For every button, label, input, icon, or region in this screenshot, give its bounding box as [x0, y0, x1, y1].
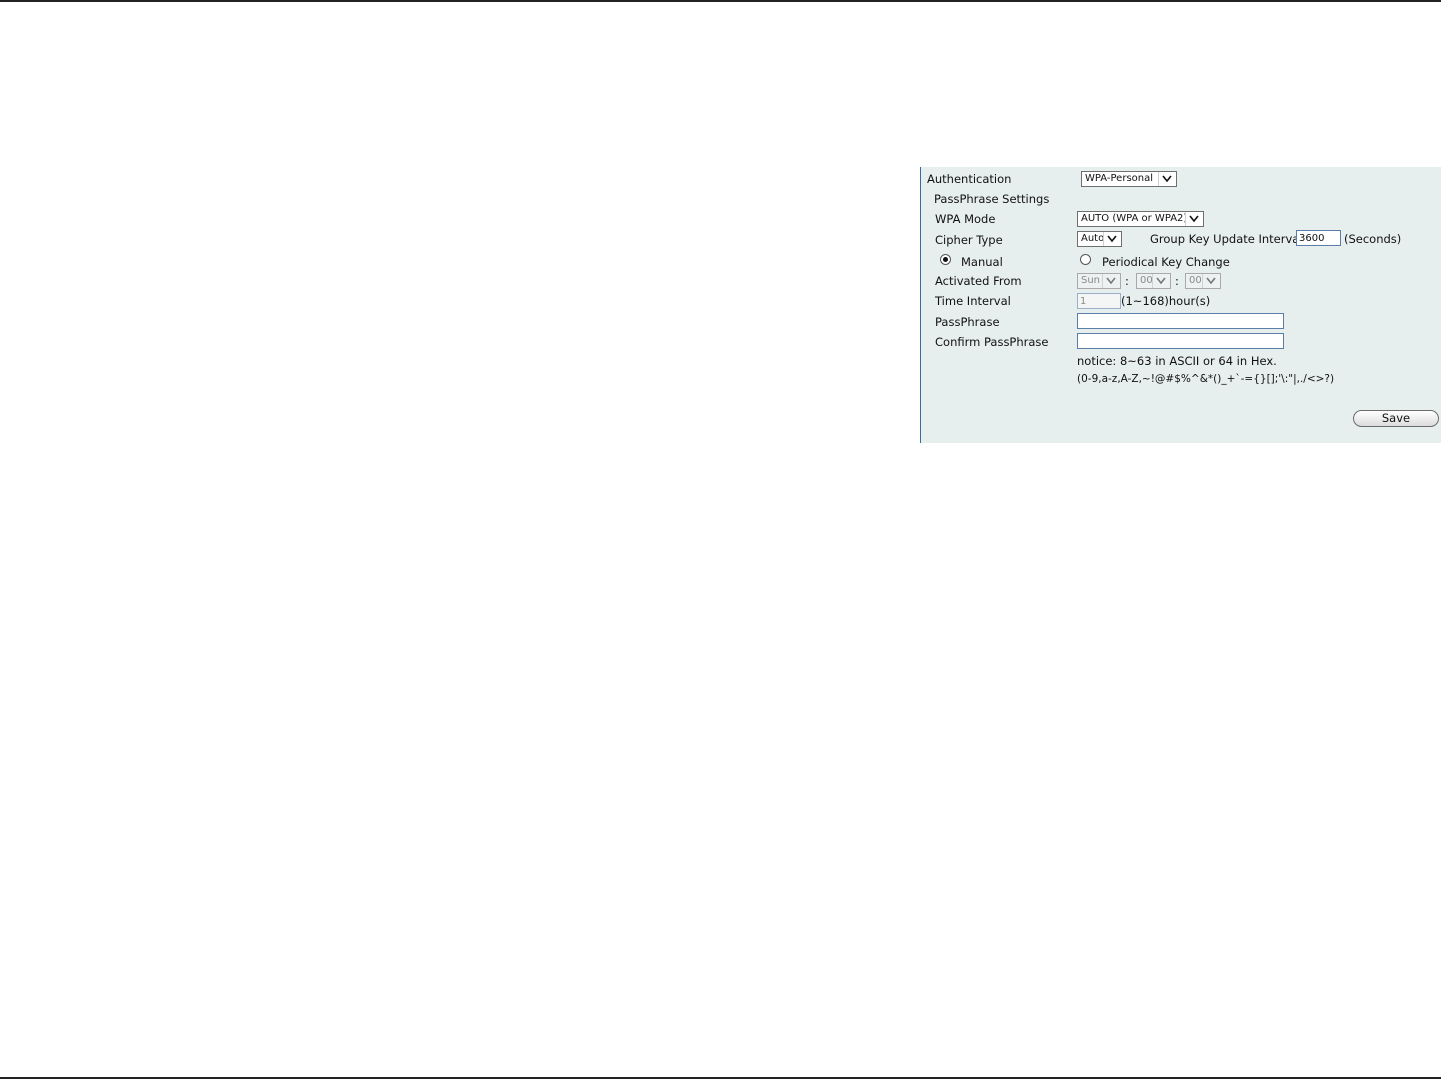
cipher-type-value: Auto	[1081, 233, 1105, 244]
time-interval-input[interactable]	[1077, 293, 1121, 309]
group-key-unit: (Seconds)	[1344, 232, 1402, 246]
passphrase-input[interactable]	[1077, 313, 1284, 329]
wpa-mode-label: WPA Mode	[935, 212, 996, 226]
activated-day-value: Sun	[1081, 275, 1101, 286]
activated-hour-select[interactable]: 00	[1136, 273, 1171, 289]
activated-from-label: Activated From	[935, 274, 1022, 288]
activated-minute-select[interactable]: 00	[1185, 273, 1221, 289]
passphrase-settings-title: PassPhrase Settings	[934, 192, 1050, 206]
manual-radio[interactable]	[940, 254, 951, 265]
wireless-security-panel: Authentication WPA-Personal PassPhrase S…	[920, 167, 1441, 443]
time-interval-unit: (1~168)hour(s)	[1121, 294, 1211, 308]
confirm-passphrase-input[interactable]	[1077, 333, 1284, 349]
authentication-select[interactable]: WPA-Personal	[1081, 171, 1177, 187]
wpa-mode-select[interactable]: AUTO (WPA or WPA2)	[1077, 211, 1204, 227]
authentication-label: Authentication	[927, 172, 1012, 186]
group-key-interval-input[interactable]	[1296, 230, 1341, 246]
activated-hour-value: 00	[1140, 275, 1153, 286]
periodical-key-label: Periodical Key Change	[1102, 255, 1230, 269]
group-key-label: Group Key Update Interval	[1150, 232, 1303, 246]
wpa-mode-value: AUTO (WPA or WPA2)	[1081, 213, 1188, 224]
chevron-down-icon	[1202, 274, 1219, 288]
allowed-characters-text: (0-9,a-z,A-Z,~!@#$%^&*()_+`-={}[];'\:"|,…	[1077, 373, 1335, 385]
bottom-rule	[0, 1077, 1441, 1079]
time-separator: :	[1125, 274, 1129, 288]
authentication-value: WPA-Personal	[1085, 173, 1154, 184]
activated-minute-value: 00	[1189, 275, 1202, 286]
time-interval-label: Time Interval	[935, 294, 1011, 308]
notice-text: notice: 8~63 in ASCII or 64 in Hex.	[1077, 354, 1277, 368]
time-separator: :	[1175, 274, 1179, 288]
chevron-down-icon	[1103, 232, 1120, 246]
chevron-down-icon	[1102, 274, 1119, 288]
top-rule	[0, 0, 1441, 2]
chevron-down-icon	[1152, 274, 1169, 288]
manual-label: Manual	[961, 255, 1003, 269]
cipher-type-label: Cipher Type	[935, 233, 1003, 247]
chevron-down-icon	[1185, 212, 1202, 226]
chevron-down-icon	[1158, 172, 1175, 186]
periodical-key-radio[interactable]	[1080, 254, 1091, 265]
save-button[interactable]: Save	[1353, 410, 1439, 427]
passphrase-label: PassPhrase	[935, 315, 1000, 329]
activated-day-select[interactable]: Sun	[1077, 273, 1121, 289]
confirm-passphrase-label: Confirm PassPhrase	[935, 335, 1049, 349]
cipher-type-select[interactable]: Auto	[1077, 231, 1122, 247]
